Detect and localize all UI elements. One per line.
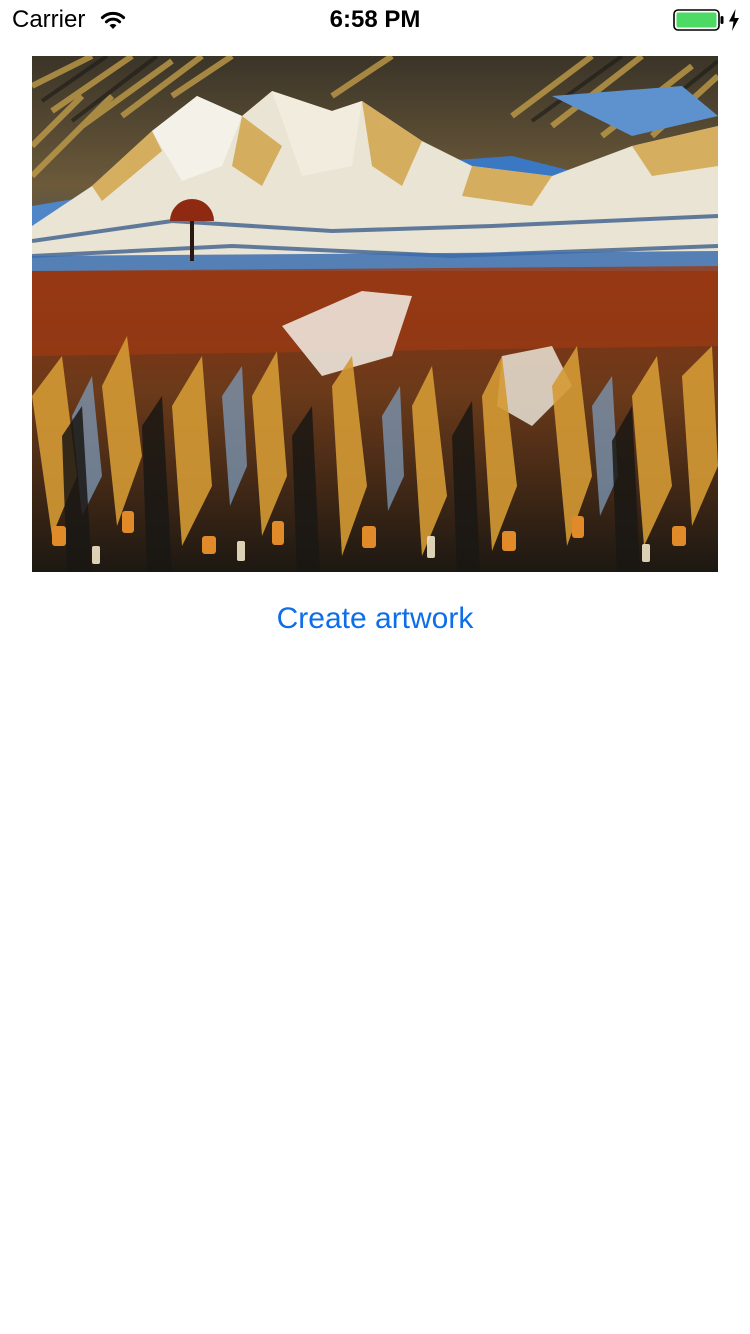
status-bar: Carrier 6:58 PM [0,0,750,40]
artwork-image [32,56,718,572]
create-artwork-button[interactable]: Create artwork [200,596,550,642]
battery-icon [673,9,724,31]
status-time: 6:58 PM [329,6,421,33]
charging-bolt-icon [729,9,739,31]
